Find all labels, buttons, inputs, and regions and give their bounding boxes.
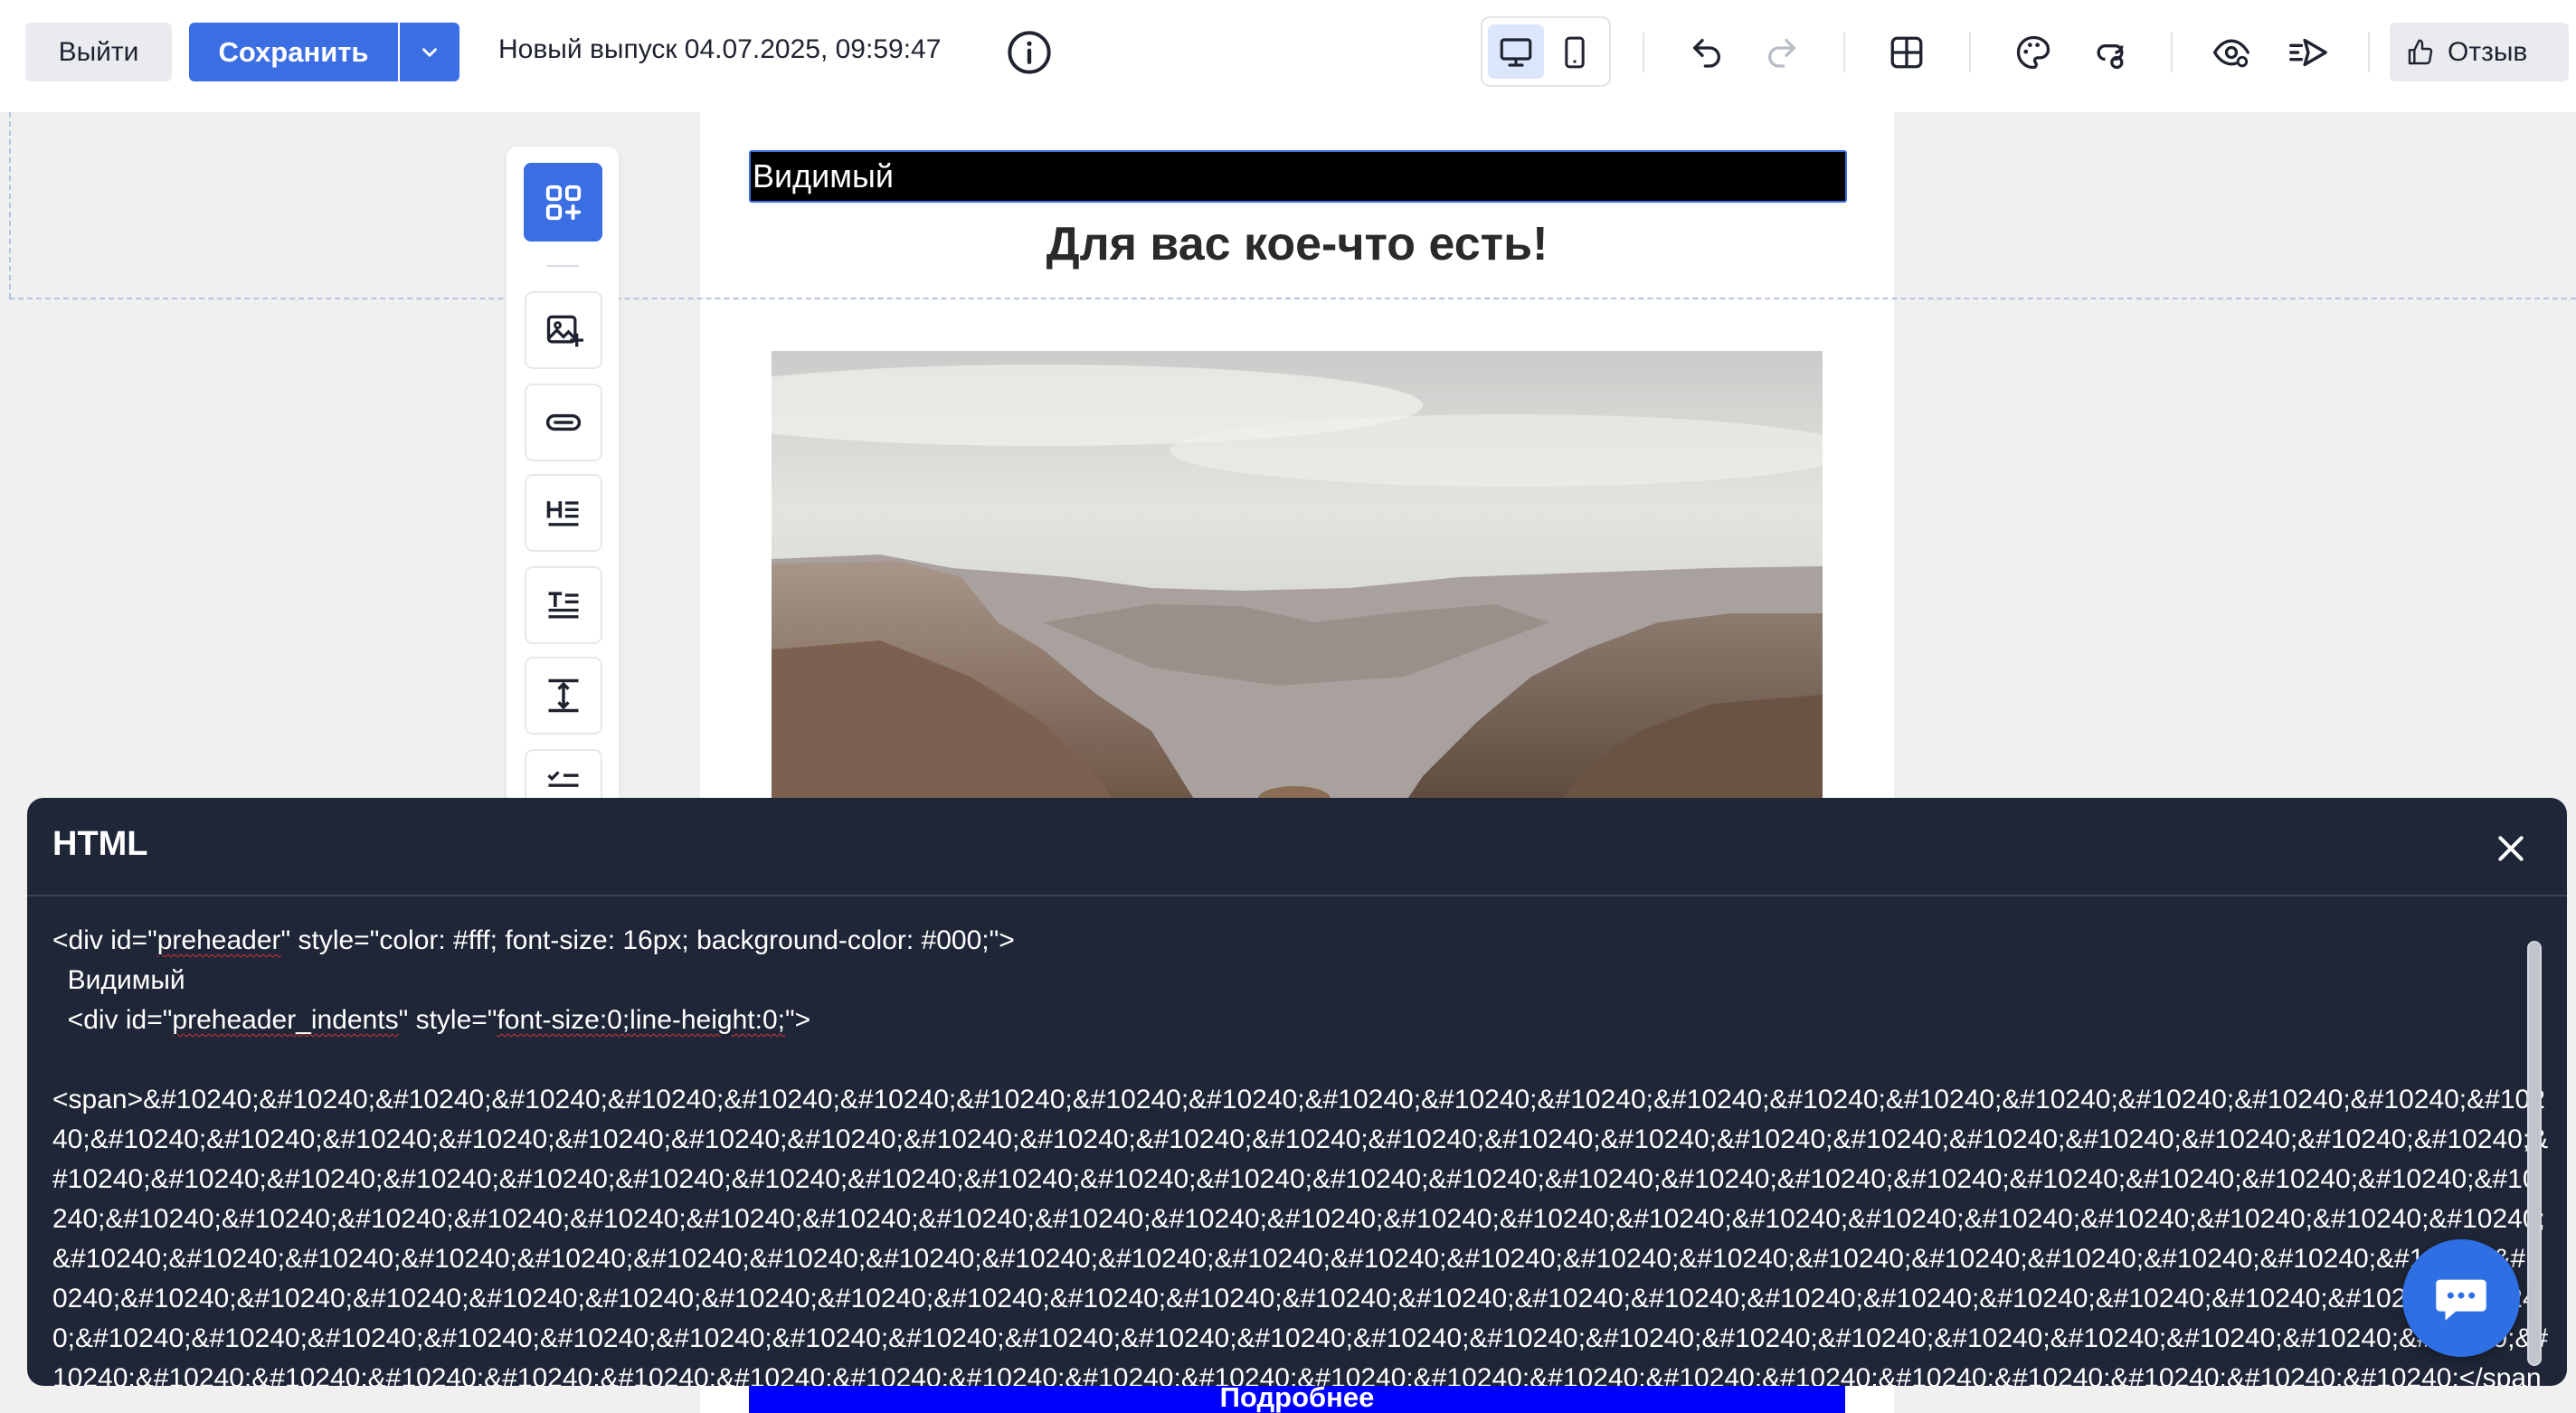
toolbar-divider (2368, 33, 2370, 72)
heading-block-button[interactable] (525, 474, 602, 552)
redo-icon[interactable] (1758, 29, 1805, 76)
code-text: <div id=" (52, 925, 157, 955)
toolbar-divider (1643, 33, 1644, 72)
panel-divider (27, 895, 2567, 896)
image-block-icon (546, 315, 583, 347)
hero-image[interactable] (772, 351, 1823, 803)
feedback-label: Отзыв (2448, 36, 2528, 67)
spacer-block-icon (548, 678, 579, 713)
panel-title: HTML (52, 825, 148, 863)
chevron-down-icon (422, 47, 437, 57)
layout-grid-icon[interactable] (1883, 29, 1930, 76)
close-button[interactable] (2484, 821, 2538, 876)
selection-guide (9, 298, 2576, 299)
code-text: "> (784, 1005, 811, 1035)
html-code-editor[interactable]: <div id="preheader" style="color: #fff; … (52, 921, 2549, 1386)
palette-divider (546, 265, 579, 267)
preview-eye-icon[interactable] (2208, 29, 2255, 76)
code-text: " style=" (398, 1005, 497, 1035)
issue-title: Новый выпуск 04.07.2025, 09:59:47 (498, 34, 942, 64)
mobile-icon[interactable] (1551, 29, 1598, 76)
palette-icon[interactable] (2010, 29, 2057, 76)
top-toolbar: Выйти Сохранить Новый выпуск 04.07.2025,… (0, 0, 2576, 112)
cta-button[interactable]: Подробнее (749, 1382, 1845, 1413)
code-text: Видимый (52, 965, 185, 995)
button-block-icon (545, 413, 582, 431)
email-headline[interactable]: Для вас кое-что есть! (700, 217, 1894, 271)
close-icon (2498, 836, 2524, 861)
selection-guide (9, 112, 11, 299)
code-entity-span: <span>&#10240;&#10240;&#10240;&#10240;&#… (52, 1080, 2549, 1386)
save-options-button[interactable] (400, 23, 459, 81)
code-scrollbar-thumb[interactable] (2529, 943, 2540, 1364)
text-block-button[interactable] (525, 566, 602, 644)
info-icon[interactable] (1006, 29, 1053, 76)
add-block-icon (545, 185, 581, 220)
link-settings-icon[interactable] (2087, 29, 2134, 76)
exit-button[interactable]: Выйти (25, 23, 172, 81)
image-block-button[interactable] (525, 291, 602, 369)
toolbar-divider (1843, 33, 1845, 72)
code-text: " style="color: #fff; font-size: 16px; b… (280, 925, 1015, 955)
code-text: preheader_indents (172, 1005, 399, 1035)
add-block-button[interactable] (524, 163, 602, 242)
spacer-block-button[interactable] (525, 657, 602, 735)
html-code-panel: HTML <div id="preheader" style="color: #… (27, 798, 2567, 1386)
button-block-button[interactable] (525, 384, 602, 461)
feedback-button[interactable]: Отзыв (2390, 23, 2569, 81)
code-text: preheader (156, 925, 281, 955)
desktop-icon[interactable] (1492, 29, 1539, 76)
thumbs-up-icon (2408, 38, 2433, 64)
chat-support-button[interactable] (2402, 1239, 2520, 1357)
toolbar-divider (1969, 33, 1971, 72)
code-text: font-size:0;line-height:0; (497, 1005, 785, 1035)
send-test-icon[interactable] (2285, 29, 2332, 76)
undo-icon[interactable] (1683, 29, 1730, 76)
code-text: <div id=" (52, 1005, 173, 1035)
preheader-block[interactable]: Видимый (749, 150, 1847, 203)
chat-icon (2436, 1279, 2486, 1321)
save-button[interactable]: Сохранить (189, 23, 398, 81)
list-block-button[interactable] (525, 749, 602, 803)
text-block-icon (548, 592, 579, 619)
heading-block-icon (546, 501, 579, 526)
toolbar-divider (2171, 33, 2173, 72)
